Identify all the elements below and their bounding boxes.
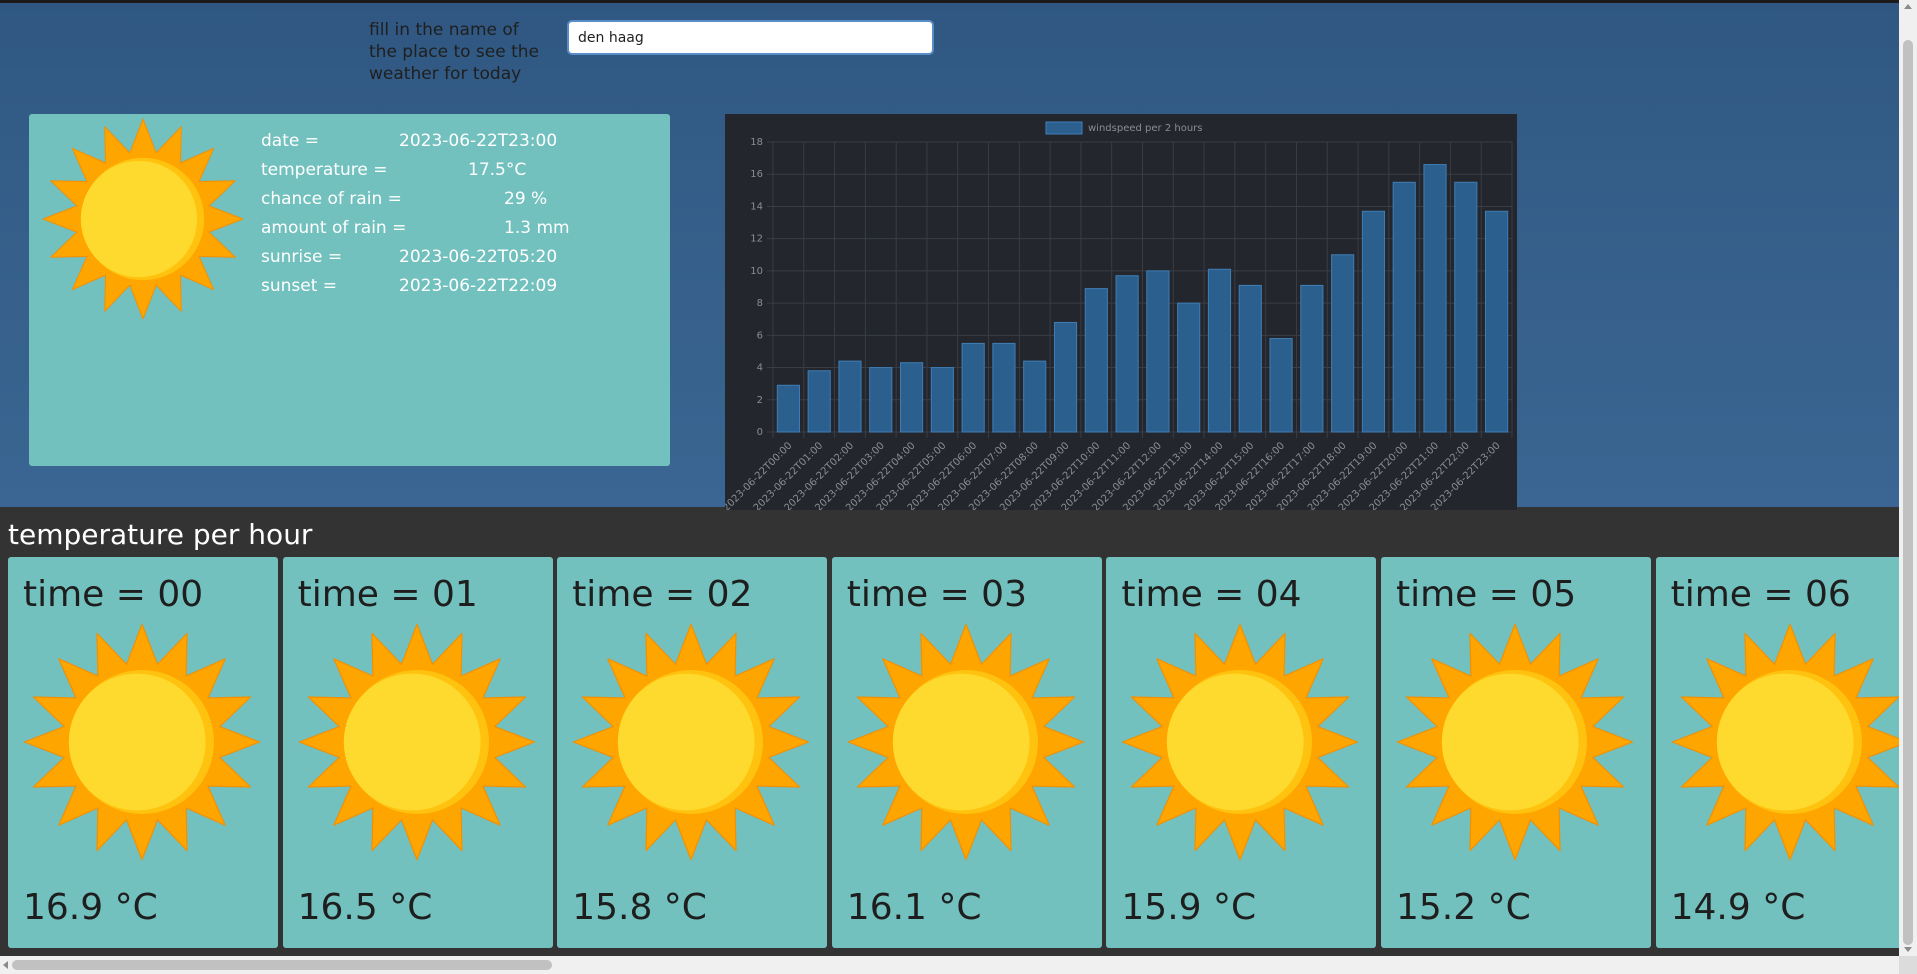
chart-bar <box>1084 288 1108 433</box>
hourly-card-list: time = 00 16.9 °C time = 01 16.5 °C time = 0… <box>8 557 1899 948</box>
today-info-key: date = <box>261 131 319 151</box>
chart-bar <box>1269 338 1293 433</box>
chart-bar <box>869 367 893 433</box>
legend-swatch <box>1045 121 1083 135</box>
chart-bar <box>899 362 924 433</box>
sun-icon <box>1122 623 1359 861</box>
hour-card: time = 06 14.9 °C <box>1655 557 1899 948</box>
y-tick-label: 10 <box>750 266 763 277</box>
scrollbar-corner <box>1899 956 1917 974</box>
windspeed-chart-svg: 0246810121416182023-06-22T00:002023-06-2… <box>725 121 1513 510</box>
y-tick-label: 16 <box>750 169 763 180</box>
today-info-key: sunset = <box>261 276 338 296</box>
hour-temperature-value: 16.9 °C <box>23 887 158 928</box>
chart-bar <box>1454 181 1478 433</box>
sun-icon <box>42 118 244 320</box>
today-info-key: amount of rain = <box>261 218 407 238</box>
hour-card: time = 02 15.8 °C <box>557 557 828 948</box>
hour-time-label: time = 04 <box>1121 574 1302 615</box>
chart-bar <box>807 370 831 433</box>
place-search-input[interactable] <box>567 20 934 55</box>
chart-bar <box>1177 302 1201 433</box>
hour-temperature-value: 14.9 °C <box>1670 887 1806 928</box>
hour-time-label: time = 02 <box>572 574 753 615</box>
today-info-value: 29 % <box>504 189 548 209</box>
today-info-key: sunrise = <box>261 247 343 267</box>
y-tick-label: 8 <box>757 298 763 309</box>
chart-bar <box>1238 284 1262 433</box>
chart-bar <box>776 384 800 433</box>
y-tick-label: 14 <box>750 201 763 212</box>
today-info-value: 2023-06-22T22:09 <box>399 276 558 296</box>
hour-temperature-value: 16.1 °C <box>846 887 982 928</box>
chart-bar <box>992 342 1016 433</box>
today-info-value: 17.5°C <box>468 160 527 180</box>
y-tick-label: 0 <box>757 427 763 438</box>
today-info-key: temperature = <box>261 160 388 180</box>
hourly-section-title: temperature per hour <box>8 518 313 551</box>
hour-time-label: time = 06 <box>1670 574 1851 615</box>
sun-icon <box>847 623 1084 861</box>
horizontal-scroll-thumb[interactable] <box>12 960 552 970</box>
horizontal-scrollbar[interactable] <box>0 956 1899 974</box>
chart-bar <box>838 360 862 433</box>
sun-icon <box>572 623 810 861</box>
chart-bar <box>1331 254 1355 433</box>
y-tick-label: 2 <box>757 395 763 406</box>
today-info-value: 2023-06-22T05:20 <box>399 247 558 267</box>
y-tick-label: 6 <box>757 330 763 341</box>
sun-icon <box>298 623 535 861</box>
page: fill in the name of the place to see the… <box>0 0 1899 956</box>
today-weather-card: date = 2023-06-22T23:00 temperature = 17.5°… <box>29 114 670 466</box>
chart-bar <box>1361 210 1386 433</box>
chart-bar <box>930 367 954 433</box>
y-tick-label: 4 <box>757 363 763 374</box>
hour-temperature-value: 15.2 °C <box>1396 887 1531 928</box>
today-info-key: chance of rain = <box>261 189 402 209</box>
sun-icon <box>1671 623 1899 861</box>
scroll-down-arrow-icon[interactable] <box>1904 947 1912 952</box>
sun-icon <box>23 623 261 861</box>
chart-bar <box>1423 164 1447 433</box>
search-label: fill in the name of the place to see the… <box>369 20 539 84</box>
windspeed-chart: 0 2 4 6 8 10 12 14 16 18 2023-06-22T00:00 2023-06-2… <box>725 114 1517 510</box>
hour-card: time = 00 16.9 °C <box>8 557 278 948</box>
hour-card: time = 03 16.1 °C <box>831 557 1102 948</box>
legend-label: windspeed per 2 hours <box>1088 123 1202 134</box>
hour-time-label: time = 05 <box>1396 574 1577 615</box>
hour-time-label: time = 03 <box>846 574 1027 615</box>
chart-bar <box>1300 284 1324 433</box>
chart-bar <box>1207 268 1232 433</box>
today-info-value: 2023-06-22T23:00 <box>399 131 558 151</box>
hour-temperature-value: 16.5 °C <box>297 887 433 928</box>
hour-time-label: time = 00 <box>23 574 204 615</box>
hour-card: time = 05 15.2 °C <box>1381 557 1651 948</box>
today-info-value: 1.3 mm <box>504 218 570 238</box>
hour-temperature-value: 15.8 °C <box>572 887 707 928</box>
chart-bar <box>1053 321 1078 433</box>
chart-bar <box>1392 181 1416 433</box>
scroll-left-arrow-icon[interactable] <box>3 961 8 969</box>
chart-bar <box>1485 210 1509 433</box>
vertical-scrollbar[interactable] <box>1899 0 1917 956</box>
vertical-scroll-thumb[interactable] <box>1903 40 1913 945</box>
hour-card: time = 04 15.9 °C <box>1106 557 1377 948</box>
scroll-up-arrow-icon[interactable] <box>1904 4 1912 9</box>
chart-bar <box>1115 275 1139 433</box>
chart-bar <box>961 342 985 433</box>
chart-bar <box>1023 360 1047 433</box>
chart-bar <box>1146 270 1170 433</box>
y-tick-label: 12 <box>750 234 763 245</box>
sun-icon <box>1396 623 1634 861</box>
hour-card: time = 01 16.5 °C <box>282 557 553 948</box>
header-section: fill in the name of the place to see the… <box>0 0 1899 510</box>
hour-temperature-value: 15.9 °C <box>1121 887 1257 928</box>
y-tick-label: 18 <box>750 137 763 148</box>
hour-time-label: time = 01 <box>297 574 478 615</box>
